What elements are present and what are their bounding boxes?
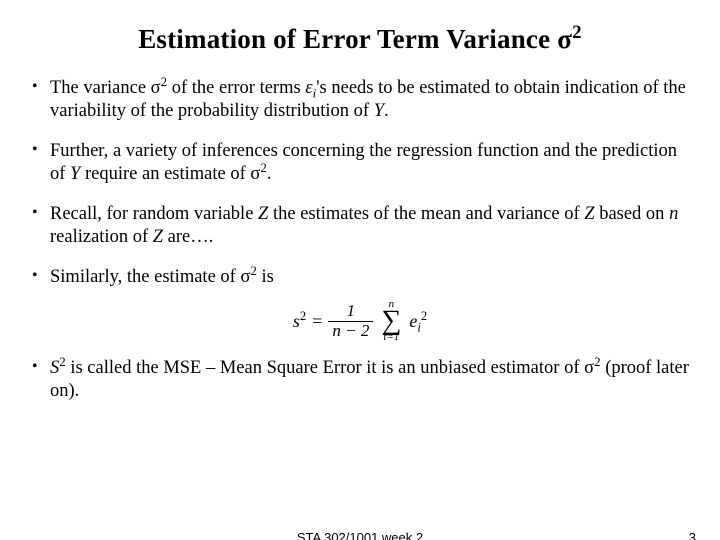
bullet-2: Further, a variety of inferences concern…	[30, 140, 690, 185]
bullet-3: Recall, for random variable Z the estima…	[30, 203, 690, 248]
page-number: 3	[689, 530, 696, 540]
formula-lhs: s2	[293, 311, 306, 332]
sum-lower: t=1	[381, 332, 401, 343]
bullet-list: The variance σ2 of the error terms εi's …	[30, 77, 690, 289]
bullet-1: The variance σ2 of the error terms εi's …	[30, 77, 690, 122]
bullet-4: Similarly, the estimate of σ2 is	[30, 266, 690, 289]
frac-num: 1	[328, 302, 373, 322]
frac-den: n − 2	[328, 322, 373, 341]
formula-fraction: 1 n − 2	[328, 302, 373, 340]
formula-equals: =	[312, 311, 322, 332]
slide: Estimation of Error Term Variance σ2 The…	[0, 0, 720, 540]
formula-term: ei2	[409, 311, 427, 332]
footer-center: STA 302/1001 week 2	[297, 530, 423, 540]
bullet-5: S2 is called the MSE – Mean Square Error…	[30, 357, 690, 402]
slide-title: Estimation of Error Term Variance σ2	[30, 24, 690, 55]
sum-symbol: ∑	[381, 310, 401, 332]
bullet-list-2: S2 is called the MSE – Mean Square Error…	[30, 357, 690, 402]
formula-sum: n ∑ t=1	[381, 299, 401, 343]
formula: s2 = 1 n − 2 n ∑ t=1 ei2	[30, 299, 690, 343]
